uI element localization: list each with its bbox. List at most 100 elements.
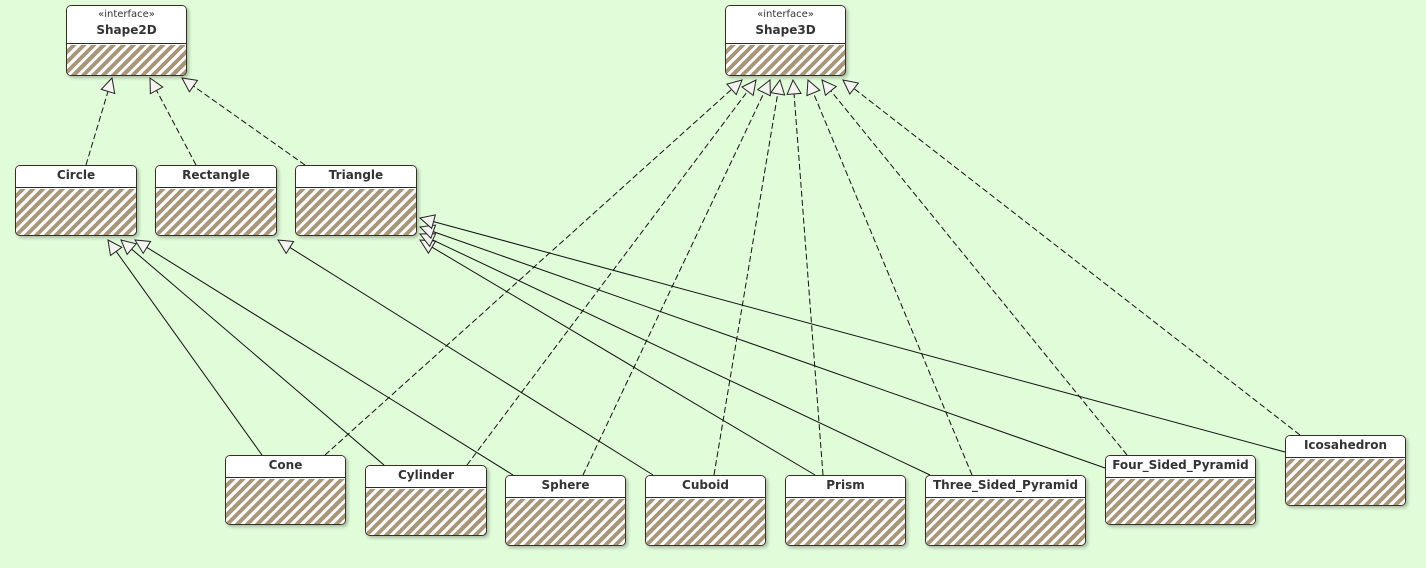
relation-line [582, 92, 765, 476]
hollow-arrowhead-icon [120, 239, 138, 256]
class-header: Triangle [296, 166, 416, 188]
class-shape3d[interactable]: «interface» Shape3D [725, 5, 846, 76]
class-name: Four_Sided_Pyramid [1112, 458, 1249, 472]
class-name: Icosahedron [1303, 438, 1388, 452]
class-body-hatched [1286, 458, 1405, 505]
class-body-hatched [156, 188, 276, 235]
extends-arrow-three_sided_pyramid-to-triangle[interactable] [418, 233, 931, 476]
implements-arrow-triangle-to-shape2d[interactable] [181, 77, 306, 166]
class-header: Cuboid [646, 476, 765, 498]
class-name: Triangle [328, 168, 384, 182]
class-header: Prism [786, 476, 905, 498]
relation-line [131, 248, 385, 466]
hollow-arrowhead-icon [806, 78, 821, 97]
relation-line [146, 246, 514, 476]
hollow-arrowhead-icon [725, 79, 743, 96]
hollow-arrowhead-icon [756, 78, 771, 97]
extends-arrow-cylinder-to-circle[interactable] [120, 239, 385, 466]
class-header: Four_Sided_Pyramid [1106, 456, 1255, 478]
class-name: Cylinder [397, 468, 455, 482]
class-header: Icosahedron [1286, 436, 1405, 458]
hollow-arrowhead-icon [786, 78, 802, 96]
extends-arrow-cone-to-circle[interactable] [107, 239, 263, 456]
relation-line [432, 239, 931, 476]
class-header: «interface» Shape2D [67, 6, 186, 44]
relation-line [812, 92, 973, 476]
class-name: Cone [268, 458, 303, 472]
class-cuboid[interactable]: Cuboid [645, 475, 766, 546]
class-prism[interactable]: Prism [785, 475, 906, 546]
class-header: Cylinder [366, 466, 486, 488]
relation-line [853, 88, 1301, 436]
extends-arrow-four_sided_pyramid-to-triangle[interactable] [418, 224, 1106, 469]
class-header: Rectangle [156, 166, 276, 188]
class-header: Three_Sided_Pyramid [926, 476, 1085, 498]
class-three-sided-pyramid[interactable]: Three_Sided_Pyramid [925, 475, 1086, 546]
implements-arrow-cone-to-shape3d[interactable] [324, 79, 743, 456]
stereotype-label: «interface» [757, 9, 814, 20]
relation-line [115, 251, 263, 456]
class-diagram-canvas: «interface» Shape2D «interface» Shape3D Circ… [0, 0, 1426, 568]
hollow-arrowhead-icon [149, 77, 164, 95]
implements-arrow-cylinder-to-shape3d[interactable] [466, 79, 757, 466]
class-name: Cuboid [682, 478, 729, 492]
extends-arrow-cuboid-to-rectangle[interactable] [277, 239, 654, 476]
relation-line [431, 246, 816, 476]
relation-line [289, 247, 654, 476]
implements-arrow-three_sided_pyramid-to-shape3d[interactable] [806, 78, 973, 476]
implements-arrow-cuboid-to-shape3d[interactable] [713, 78, 786, 476]
hollow-arrowhead-icon [100, 76, 116, 95]
relation-line [433, 231, 1106, 469]
class-header: «interface» Shape3D [726, 6, 845, 44]
hollow-arrowhead-icon [181, 77, 199, 93]
extends-arrow-prism-to-triangle[interactable] [419, 239, 816, 476]
class-circle[interactable]: Circle [15, 165, 137, 236]
class-sphere[interactable]: Sphere [505, 475, 626, 546]
class-name: Rectangle [182, 168, 250, 182]
class-name: Sphere [541, 478, 590, 492]
class-body-hatched [926, 498, 1085, 545]
extends-arrow-icosahedron-to-triangle[interactable] [418, 214, 1286, 453]
relation-line [830, 90, 1128, 456]
relation-line [713, 93, 779, 476]
class-body-hatched [226, 478, 345, 524]
class-body-hatched [296, 188, 416, 235]
hollow-arrowhead-icon [134, 239, 152, 255]
hollow-arrowhead-icon [277, 239, 295, 255]
class-body-hatched [726, 44, 845, 75]
class-body-hatched [67, 44, 186, 75]
class-header: Sphere [506, 476, 625, 498]
class-header: Cone [226, 456, 345, 478]
class-name: Circle [56, 168, 96, 182]
class-body-hatched [16, 188, 136, 235]
class-four-sided-pyramid[interactable]: Four_Sided_Pyramid [1105, 455, 1256, 525]
hollow-arrowhead-icon [769, 78, 786, 96]
class-body-hatched [506, 498, 625, 545]
class-triangle[interactable]: Triangle [295, 165, 417, 236]
hollow-arrowhead-icon [107, 239, 123, 257]
hollow-arrowhead-icon [741, 79, 757, 97]
class-name: Shape3D [755, 23, 816, 37]
relation-line [156, 90, 197, 166]
implements-arrow-four_sided_pyramid-to-shape3d[interactable] [821, 79, 1128, 456]
class-cone[interactable]: Cone [225, 455, 346, 525]
hollow-arrowhead-icon [821, 79, 838, 97]
class-body-hatched [1106, 478, 1255, 524]
class-name: Prism [826, 478, 865, 492]
class-body-hatched [786, 498, 905, 545]
class-shape2d[interactable]: «interface» Shape2D [66, 5, 187, 76]
class-body-hatched [646, 498, 765, 545]
relation-line [466, 90, 748, 466]
class-header: Circle [16, 166, 136, 188]
class-body-hatched [366, 488, 486, 535]
relation-line [85, 91, 109, 166]
implements-arrow-circle-to-shape2d[interactable] [85, 76, 116, 166]
class-rectangle[interactable]: Rectangle [155, 165, 277, 236]
relation-line [324, 88, 732, 456]
class-icosahedron[interactable]: Icosahedron [1285, 435, 1406, 506]
stereotype-label: «interface» [98, 9, 155, 20]
relation-line [193, 85, 306, 166]
implements-arrow-icosahedron-to-shape3d[interactable] [842, 79, 1301, 436]
class-cylinder[interactable]: Cylinder [365, 465, 487, 536]
class-name: Three_Sided_Pyramid [932, 478, 1079, 492]
